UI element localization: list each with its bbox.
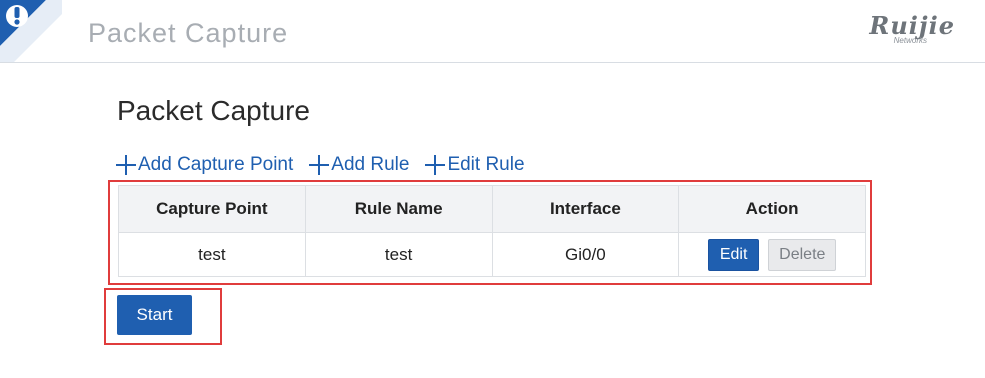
edit-button[interactable]: Edit [707, 238, 760, 271]
table-row: test test Gi0/0 Edit Delete [118, 232, 866, 277]
add-capture-point-label: Add Capture Point [138, 154, 294, 175]
cell-interface: Gi0/0 [491, 232, 680, 277]
alert-icon [0, 0, 62, 62]
edit-rule-link[interactable]: Edit Rule [425, 154, 525, 176]
edit-rule-label: Edit Rule [447, 154, 525, 175]
column-header-action: Action [678, 185, 866, 233]
header-bar: Packet Capture Ruijie Networks [0, 0, 985, 63]
start-button[interactable]: Start [117, 295, 192, 335]
plus-icon [309, 155, 330, 175]
header-title: Packet Capture [88, 18, 289, 48]
column-header-capture-point: Capture Point [118, 185, 306, 233]
table-header-row: Capture Point Rule Name Interface Action [118, 185, 866, 233]
brand-name: Ruijie [869, 11, 955, 40]
column-header-rule-name: Rule Name [304, 185, 493, 233]
add-rule-label: Add Rule [331, 154, 410, 175]
add-capture-point-link[interactable]: Add Capture Point [116, 154, 293, 176]
capture-table: Capture Point Rule Name Interface Action… [118, 185, 866, 277]
column-header-interface: Interface [491, 185, 680, 233]
page-title: Packet Capture [117, 95, 310, 126]
cell-capture-point: test [118, 232, 306, 277]
plus-icon [425, 155, 446, 175]
brand-logo: Ruijie Networks [869, 11, 955, 46]
delete-button[interactable]: Delete [768, 238, 837, 271]
plus-icon [116, 155, 136, 175]
cell-rule-name: test [304, 232, 493, 277]
page: Packet Capture Ruijie Networks Packet Ca… [0, 0, 985, 378]
toolbar: Add Capture Point Add Rule Edit Rule [116, 154, 541, 176]
cell-action: Edit Delete [678, 232, 866, 277]
add-rule-link[interactable]: Add Rule [309, 154, 409, 176]
